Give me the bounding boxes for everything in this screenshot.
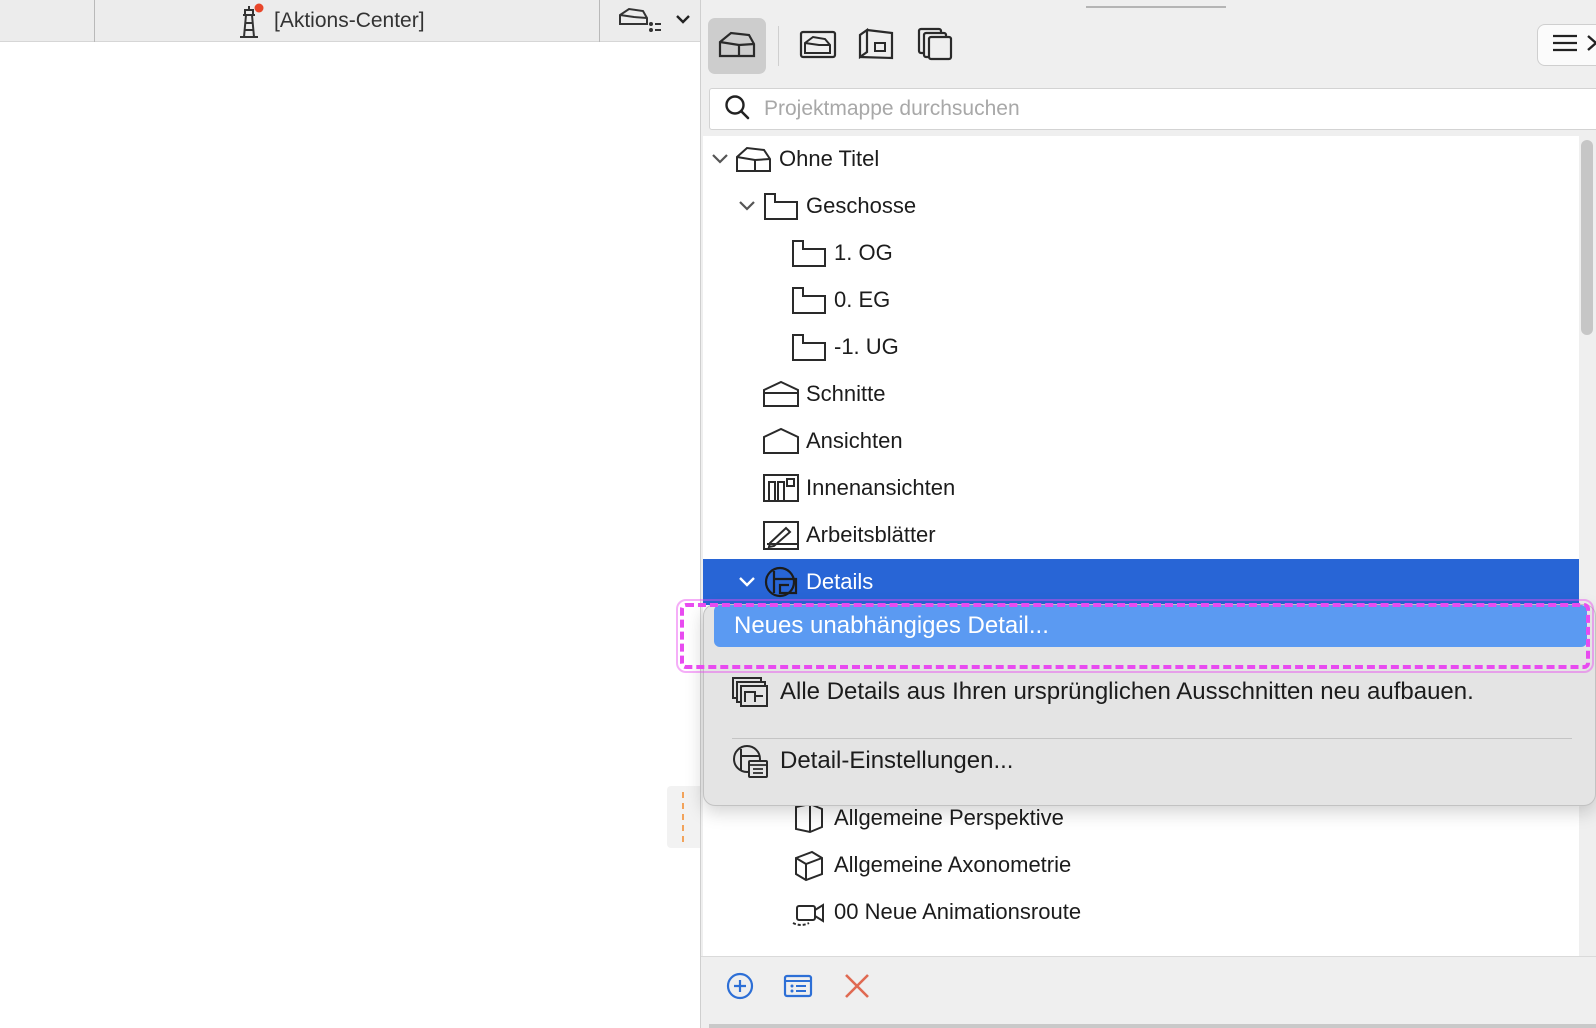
panel-options-button[interactable]	[1537, 24, 1596, 66]
tree-item-story[interactable]: -1. UG	[703, 324, 1579, 370]
tree-item-label: Ansichten	[806, 428, 903, 453]
worksheet-icon	[762, 516, 800, 554]
close-icon	[843, 972, 871, 1005]
chevron-down-icon[interactable]	[736, 195, 758, 217]
annotation-highlight	[676, 599, 1594, 673]
tree-item-label: Allgemeine Axonometrie	[834, 852, 1072, 877]
project-tree: Ohne Titel Geschosse 1. OG 0. EG -1. UG …	[703, 136, 1579, 956]
toolbar-divider	[599, 0, 600, 42]
menu-separator	[732, 738, 1572, 739]
panel-resize-handle[interactable]	[667, 786, 700, 848]
chevron-down-icon	[675, 12, 691, 30]
navigator-panel: Ohne Titel Geschosse 1. OG 0. EG -1. UG …	[700, 0, 1596, 1028]
add-button[interactable]	[723, 971, 757, 1005]
chevron-right-icon	[1586, 33, 1596, 58]
tree-item-details[interactable]: Details	[703, 559, 1579, 605]
panel-bottom-edge	[709, 1024, 1596, 1028]
tree-item-label: 0. EG	[834, 287, 891, 312]
tab-project-map[interactable]	[708, 18, 766, 74]
toolbar-divider	[94, 0, 95, 42]
detail-settings-icon	[730, 741, 770, 781]
tree-item-axonometrie[interactable]: Allgemeine Axonometrie	[703, 842, 1579, 888]
tree-item-label: 1. OG	[834, 240, 893, 265]
rebuild-details-icon	[730, 672, 770, 712]
tree-item-story[interactable]: 1. OG	[703, 230, 1579, 276]
left-toolbar: [Aktions-Center]	[0, 0, 700, 42]
aktions-center-label: [Aktions-Center]	[274, 9, 425, 32]
search-input[interactable]	[764, 97, 1544, 121]
tree-item-geschosse[interactable]: Geschosse	[703, 183, 1579, 229]
menu-item-rebuild-details[interactable]: Alle Details aus Ihren ursprünglichen Au…	[714, 671, 1587, 713]
settings-button[interactable]	[781, 971, 815, 1005]
drawing-canvas[interactable]	[0, 42, 700, 1028]
tab-view-map[interactable]	[789, 18, 847, 74]
menu-item-label: Detail-Einstellungen...	[780, 747, 1014, 774]
project-map-icon	[717, 28, 757, 65]
view-map-icon	[799, 28, 837, 65]
tab-publisher-sets[interactable]	[905, 18, 963, 74]
tree-item-label: Allgemeine Perspektive	[834, 805, 1064, 830]
story-icon	[790, 234, 828, 272]
tree-item-arbeitsblaetter[interactable]: Arbeitsblätter	[703, 512, 1579, 558]
tree-item-label: -1. UG	[834, 334, 899, 359]
tree-item-label: Ohne Titel	[779, 146, 880, 171]
aktions-center-button[interactable]: [Aktions-Center]	[234, 2, 425, 40]
tab-layout-book[interactable]	[847, 18, 905, 74]
publisher-sets-icon	[915, 26, 953, 67]
hamburger-icon	[1552, 33, 1578, 58]
elevation-icon	[762, 422, 800, 460]
search-icon	[724, 94, 750, 125]
tab-divider	[778, 26, 779, 66]
tree-item-label: 00 Neue Animationsroute	[834, 899, 1082, 924]
tree-item-label: Arbeitsblätter	[806, 522, 936, 547]
tree-scrollbar[interactable]	[1581, 140, 1593, 335]
axonometry-icon	[790, 846, 828, 884]
tree-item-root[interactable]: Ohne Titel	[703, 136, 1579, 182]
tree-item-label: Schnitte	[806, 381, 886, 406]
menu-item-label: Alle Details aus Ihren ursprünglichen Au…	[780, 678, 1474, 705]
menu-item-detail-settings[interactable]: Detail-Einstellungen...	[714, 740, 1587, 782]
lighthouse-icon	[234, 3, 264, 39]
story-icon	[790, 281, 828, 319]
settings-list-icon	[783, 974, 813, 1003]
panel-grip[interactable]	[1086, 6, 1226, 8]
chevron-down-icon[interactable]	[709, 148, 731, 170]
camera-path-icon	[790, 893, 828, 931]
tree-item-story[interactable]: 0. EG	[703, 277, 1579, 323]
view-dropdown[interactable]	[617, 4, 691, 38]
navigator-tabs	[708, 18, 963, 74]
tree-item-label: Geschosse	[806, 193, 917, 218]
tree-item-schnitte[interactable]: Schnitte	[703, 371, 1579, 417]
chevron-down-icon[interactable]	[736, 571, 758, 593]
project-map-icon	[735, 140, 773, 178]
section-icon	[762, 375, 800, 413]
layout-book-icon	[857, 27, 895, 66]
tree-item-ansichten[interactable]: Ansichten	[703, 418, 1579, 464]
tree-item-innenansichten[interactable]: Innenansichten	[703, 465, 1579, 511]
tree-item-label: Details	[806, 569, 874, 594]
panel-bottom-bar	[701, 956, 1596, 1028]
detail-icon	[762, 563, 800, 601]
view-list-icon	[617, 4, 663, 39]
plus-circle-icon	[726, 972, 754, 1005]
story-icon	[790, 328, 828, 366]
interior-elevation-icon	[762, 469, 800, 507]
tree-item-label: Innenansichten	[806, 475, 956, 500]
story-icon	[762, 187, 800, 225]
tree-item-animation[interactable]: 00 Neue Animationsroute	[703, 889, 1579, 935]
delete-button[interactable]	[840, 971, 874, 1005]
project-map-search	[709, 88, 1596, 130]
